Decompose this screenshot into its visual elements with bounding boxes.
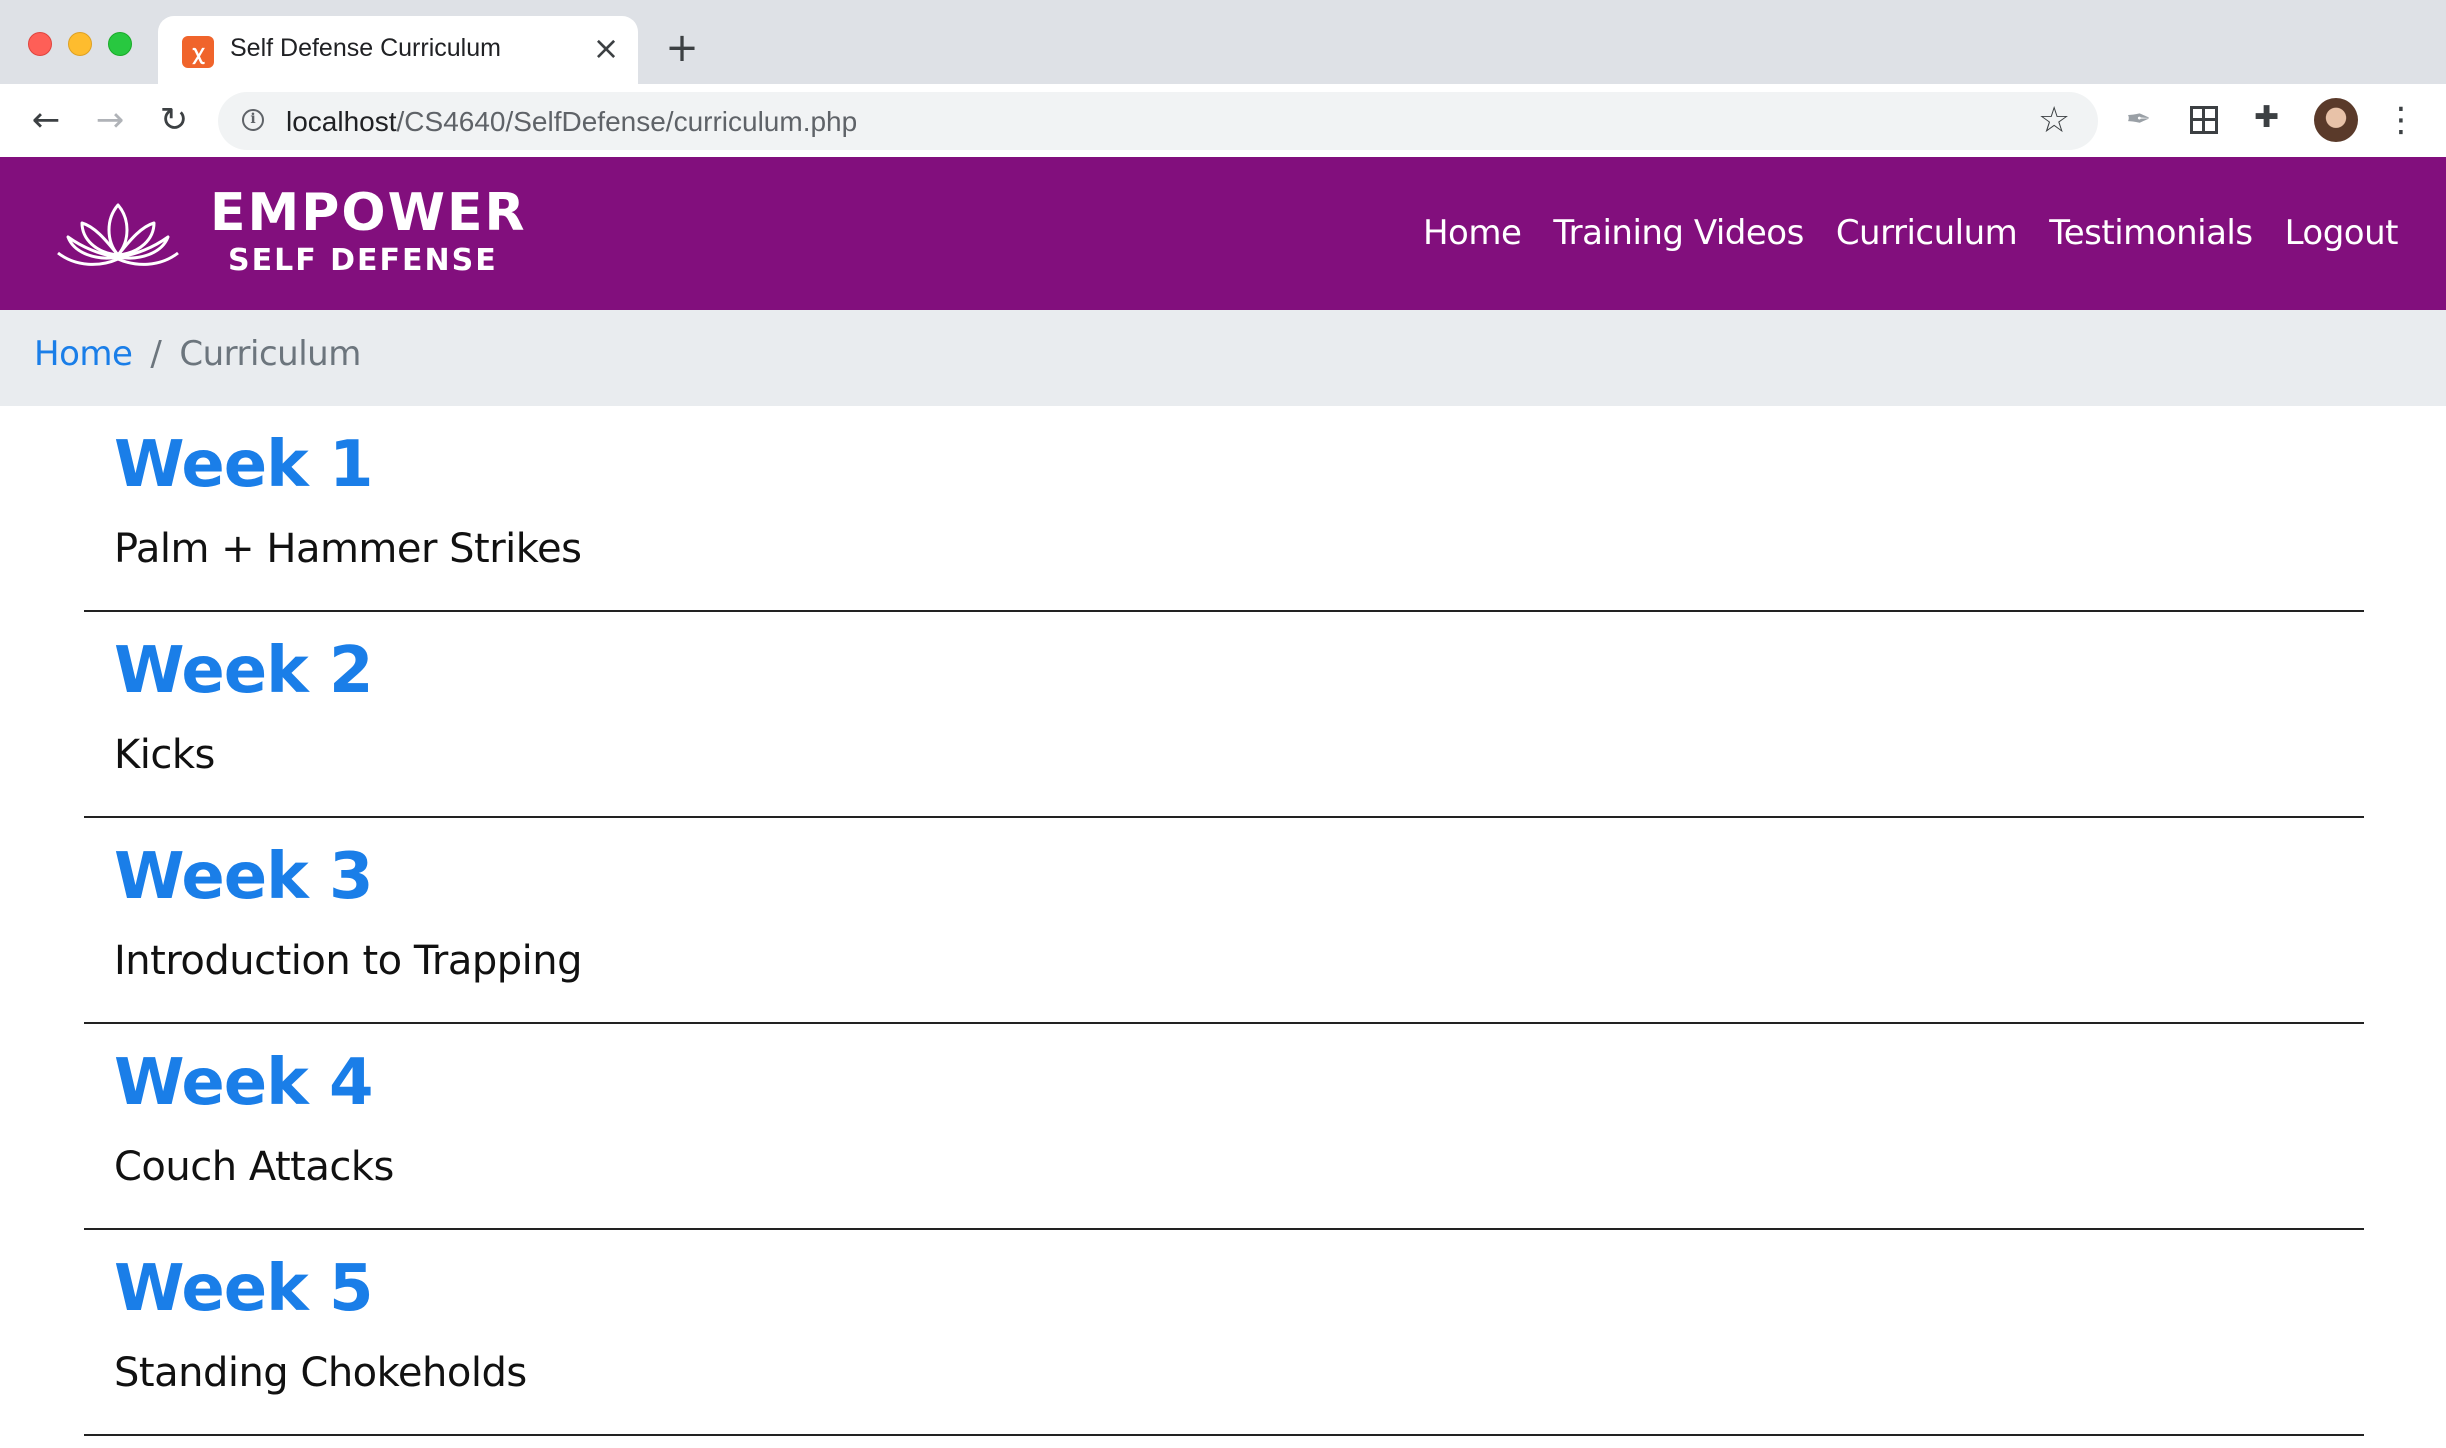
week-title: Week 3 — [114, 840, 373, 914]
forward-arrow-icon[interactable]: → — [88, 98, 132, 142]
main-nav: Home Training Videos Curriculum Testimon… — [1423, 213, 2399, 253]
week-item: Week 5 Standing Chokeholds — [84, 1230, 2364, 1436]
tab-close-icon[interactable]: × — [588, 30, 624, 66]
avatar[interactable] — [2314, 98, 2358, 142]
nav-link-testimonials[interactable]: Testimonials — [2049, 213, 2253, 253]
brand-subtitle[interactable]: SELF DEFENSE — [228, 243, 498, 278]
week-topic: Kicks — [114, 732, 215, 778]
star-icon[interactable]: ☆ — [2038, 100, 2070, 141]
url-path: /CS4640/SelfDefense/curriculum.php — [396, 106, 858, 137]
window-maximize-button[interactable] — [108, 32, 132, 56]
week-title: Week 2 — [114, 634, 373, 708]
week-item: Week 4 Couch Attacks — [84, 1024, 2364, 1230]
back-arrow-icon[interactable]: ← — [24, 98, 68, 142]
browser-tabstrip: ꭓ Self Defense Curriculum × + — [0, 0, 2446, 84]
lotus-logo-icon[interactable] — [56, 197, 180, 271]
week-topic: Palm + Hammer Strikes — [114, 526, 582, 572]
tab-title: Self Defense Curriculum — [230, 34, 501, 62]
week-item: Week 3 Introduction to Trapping — [84, 818, 2364, 1024]
week-topic: Introduction to Trapping — [114, 938, 582, 984]
week-item: Week 2 Kicks — [84, 612, 2364, 818]
puzzle-extension-icon[interactable]: ✚ — [2254, 100, 2279, 135]
nav-link-curriculum[interactable]: Curriculum — [1836, 213, 2018, 253]
window-close-button[interactable] — [28, 32, 52, 56]
breadcrumb: Home / Curriculum — [0, 310, 2446, 406]
grid-extension-icon[interactable] — [2190, 106, 2218, 134]
browser-tab-active[interactable]: ꭓ Self Defense Curriculum × — [158, 16, 638, 84]
browser-toolbar: ← → ↻ i localhost/CS4640/SelfDefense/cur… — [0, 84, 2446, 158]
curriculum-list: Week 1 Palm + Hammer Strikes Week 2 Kick… — [84, 406, 2364, 1436]
breadcrumb-home-link[interactable]: Home — [34, 334, 133, 374]
reload-icon[interactable]: ↻ — [152, 98, 196, 142]
address-bar[interactable]: i localhost/CS4640/SelfDefense/curriculu… — [218, 92, 2098, 150]
week-topic: Standing Chokeholds — [114, 1350, 527, 1396]
xampp-favicon-icon: ꭓ — [182, 36, 214, 68]
week-title: Week 5 — [114, 1252, 373, 1326]
feather-extension-icon[interactable]: ✒ — [2126, 102, 2151, 137]
window-minimize-button[interactable] — [68, 32, 92, 56]
breadcrumb-separator: / — [150, 334, 162, 374]
week-topic: Couch Attacks — [114, 1144, 394, 1190]
nav-link-home[interactable]: Home — [1423, 213, 1522, 253]
nav-link-training-videos[interactable]: Training Videos — [1553, 213, 1804, 253]
url-host: localhost — [286, 106, 397, 137]
nav-link-logout[interactable]: Logout — [2285, 213, 2399, 253]
week-title: Week 4 — [114, 1046, 373, 1120]
week-item: Week 1 Palm + Hammer Strikes — [84, 406, 2364, 612]
url-text[interactable]: localhost/CS4640/SelfDefense/curriculum.… — [286, 106, 857, 138]
week-title: Week 1 — [114, 428, 373, 502]
more-vert-icon[interactable]: ⋮ — [2384, 98, 2418, 142]
new-tab-button[interactable]: + — [660, 26, 704, 70]
breadcrumb-current: Curriculum — [179, 334, 361, 374]
brand-title[interactable]: EMPOWER — [210, 183, 527, 243]
site-navbar: EMPOWER SELF DEFENSE Home Training Video… — [0, 157, 2446, 310]
info-icon[interactable]: i — [242, 109, 264, 131]
